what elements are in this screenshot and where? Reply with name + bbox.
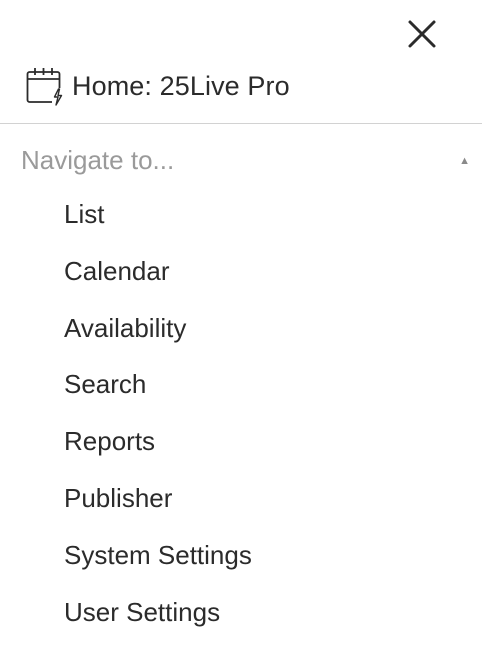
navigation-menu: List Calendar Availability Search Report…	[64, 186, 252, 640]
nav-item-availability[interactable]: Availability	[64, 300, 252, 357]
nav-item-reports[interactable]: Reports	[64, 413, 252, 470]
nav-item-calendar[interactable]: Calendar	[64, 243, 252, 300]
close-button[interactable]	[404, 16, 440, 52]
nav-item-list[interactable]: List	[64, 186, 252, 243]
nav-item-publisher[interactable]: Publisher	[64, 470, 252, 527]
divider	[0, 123, 482, 124]
calendar-lightning-icon	[26, 68, 64, 106]
nav-item-system-settings[interactable]: System Settings	[64, 527, 252, 584]
caret-up-icon: ▲	[459, 155, 470, 167]
navigate-to-title: Navigate to...	[21, 144, 175, 175]
nav-item-user-settings[interactable]: User Settings	[64, 584, 252, 641]
home-label: Home: 25Live Pro	[72, 70, 290, 101]
close-icon	[408, 20, 436, 48]
navigate-to-toggle[interactable]: Navigate to... ▲	[21, 140, 473, 180]
home-link[interactable]: Home: 25Live Pro	[26, 66, 290, 106]
nav-item-search[interactable]: Search	[64, 356, 252, 413]
